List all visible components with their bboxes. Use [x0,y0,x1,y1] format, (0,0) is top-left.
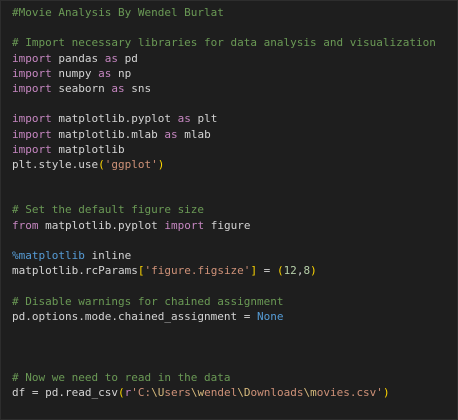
code-text: = [257,264,277,278]
code-string: 'figure.figsize' [144,264,251,278]
code-comment: # Set the default figure size [12,203,205,217]
code-area[interactable]: #Movie Analysis By Wendel Burlat # Impor… [12,5,436,400]
code-bracket: ) [310,264,317,278]
code-bracket: ( [98,157,105,171]
code-line[interactable]: #Movie Analysis By Wendel Burlat [12,5,436,20]
code-text: inline [84,249,132,262]
code-text: matplotlib.rcParams [12,264,138,278]
code-text: sns [124,81,152,95]
code-line[interactable]: # Disable warnings for chained assignmen… [12,294,436,309]
code-line[interactable]: import matplotlib.mlab as mlab [12,127,436,142]
code-comment: # Now we need to read in the data [12,370,231,384]
code-line[interactable] [12,233,436,248]
code-line[interactable] [12,324,436,339]
code-comment: # Import necessary libraries for data an… [12,36,436,50]
code-text: matplotlib.pyplot [51,112,178,126]
code-line[interactable]: from matplotlib.pyplot import figure [12,218,436,233]
code-line[interactable] [12,20,436,35]
code-text: df = pd.read_csv [12,385,118,399]
code-line[interactable] [12,339,436,354]
code-line[interactable]: plt.style.use('ggplot') [12,157,436,172]
code-line[interactable]: # Import necessary libraries for data an… [12,35,436,50]
code-comment: #Movie Analysis By Wendel Burlat [12,6,224,19]
code-line[interactable]: %matplotlib inline [12,248,436,263]
code-text: seaborn [51,81,112,95]
code-escape: \D [237,385,251,399]
code-line[interactable]: import matplotlib.pyplot as plt [12,111,436,126]
code-keyword: import [12,112,52,126]
code-text: pd [117,51,138,65]
code-text: matplotlib.pyplot [38,218,165,232]
code-text: numpy [51,66,99,80]
code-line[interactable]: matplotlib.rcParams['figure.figsize'] = … [12,263,436,278]
code-string: 'C: [131,385,152,399]
code-line[interactable]: import pandas as pd [12,51,436,66]
code-comment: # Disable warnings for chained assignmen… [12,294,284,308]
code-keyword: as [177,112,191,126]
code-text: plt.style.use [12,157,99,171]
code-number: 12 [283,264,297,278]
code-escape: \m [303,385,317,399]
code-keyword: as [98,66,112,80]
code-bracket: ( [276,264,284,278]
code-text: mlab [177,127,211,141]
code-text: pd.options.mode.chained_assignment = [12,309,258,323]
code-string: ownloads [250,385,304,399]
code-constant: None [257,309,284,323]
code-escape: \w [190,385,205,399]
code-line[interactable] [12,354,436,369]
code-text: pandas [51,51,105,65]
code-keyword: import [12,142,52,156]
code-text: matplotlib [51,142,125,156]
code-keyword: import [12,81,52,95]
code-line[interactable] [12,172,436,187]
code-bracket: ( [117,385,125,399]
code-line[interactable]: import seaborn as sns [12,81,436,96]
code-bracket: ) [157,157,165,171]
code-bracket: ) [382,385,390,399]
code-line[interactable]: import numpy as np [12,66,436,81]
code-editor[interactable]: #Movie Analysis By Wendel Burlat # Impor… [0,0,458,420]
code-keyword: import [12,66,52,80]
code-line[interactable] [12,96,436,111]
code-line[interactable] [12,187,436,202]
code-line[interactable] [12,278,436,293]
code-string: ovies.csv' [316,385,383,399]
code-keyword: as [164,127,178,141]
code-text: figure [204,218,251,232]
code-text: matplotlib.mlab [51,127,165,141]
code-string: sers [164,385,191,399]
code-line[interactable]: import matplotlib [12,142,436,157]
code-string: endel [204,385,238,399]
code-magic-command: %matplotlib [12,249,85,262]
code-line[interactable]: # Now we need to read in the data [12,370,436,385]
code-keyword: import [164,218,205,232]
code-keyword: import [12,127,52,141]
code-line[interactable]: # Set the default figure size [12,202,436,217]
code-line[interactable]: df = pd.read_csv(r'C:\Users\wendel\Downl… [12,385,436,400]
code-string: 'ggplot' [104,157,158,171]
code-escape: \U [151,385,165,399]
code-keyword: from [12,218,39,232]
code-text: np [111,66,132,80]
code-text: plt [190,112,218,126]
code-line[interactable]: pd.options.mode.chained_assignment = Non… [12,309,436,324]
code-keyword: import [12,51,52,65]
code-keyword: as [104,51,118,65]
code-keyword: as [111,81,125,95]
